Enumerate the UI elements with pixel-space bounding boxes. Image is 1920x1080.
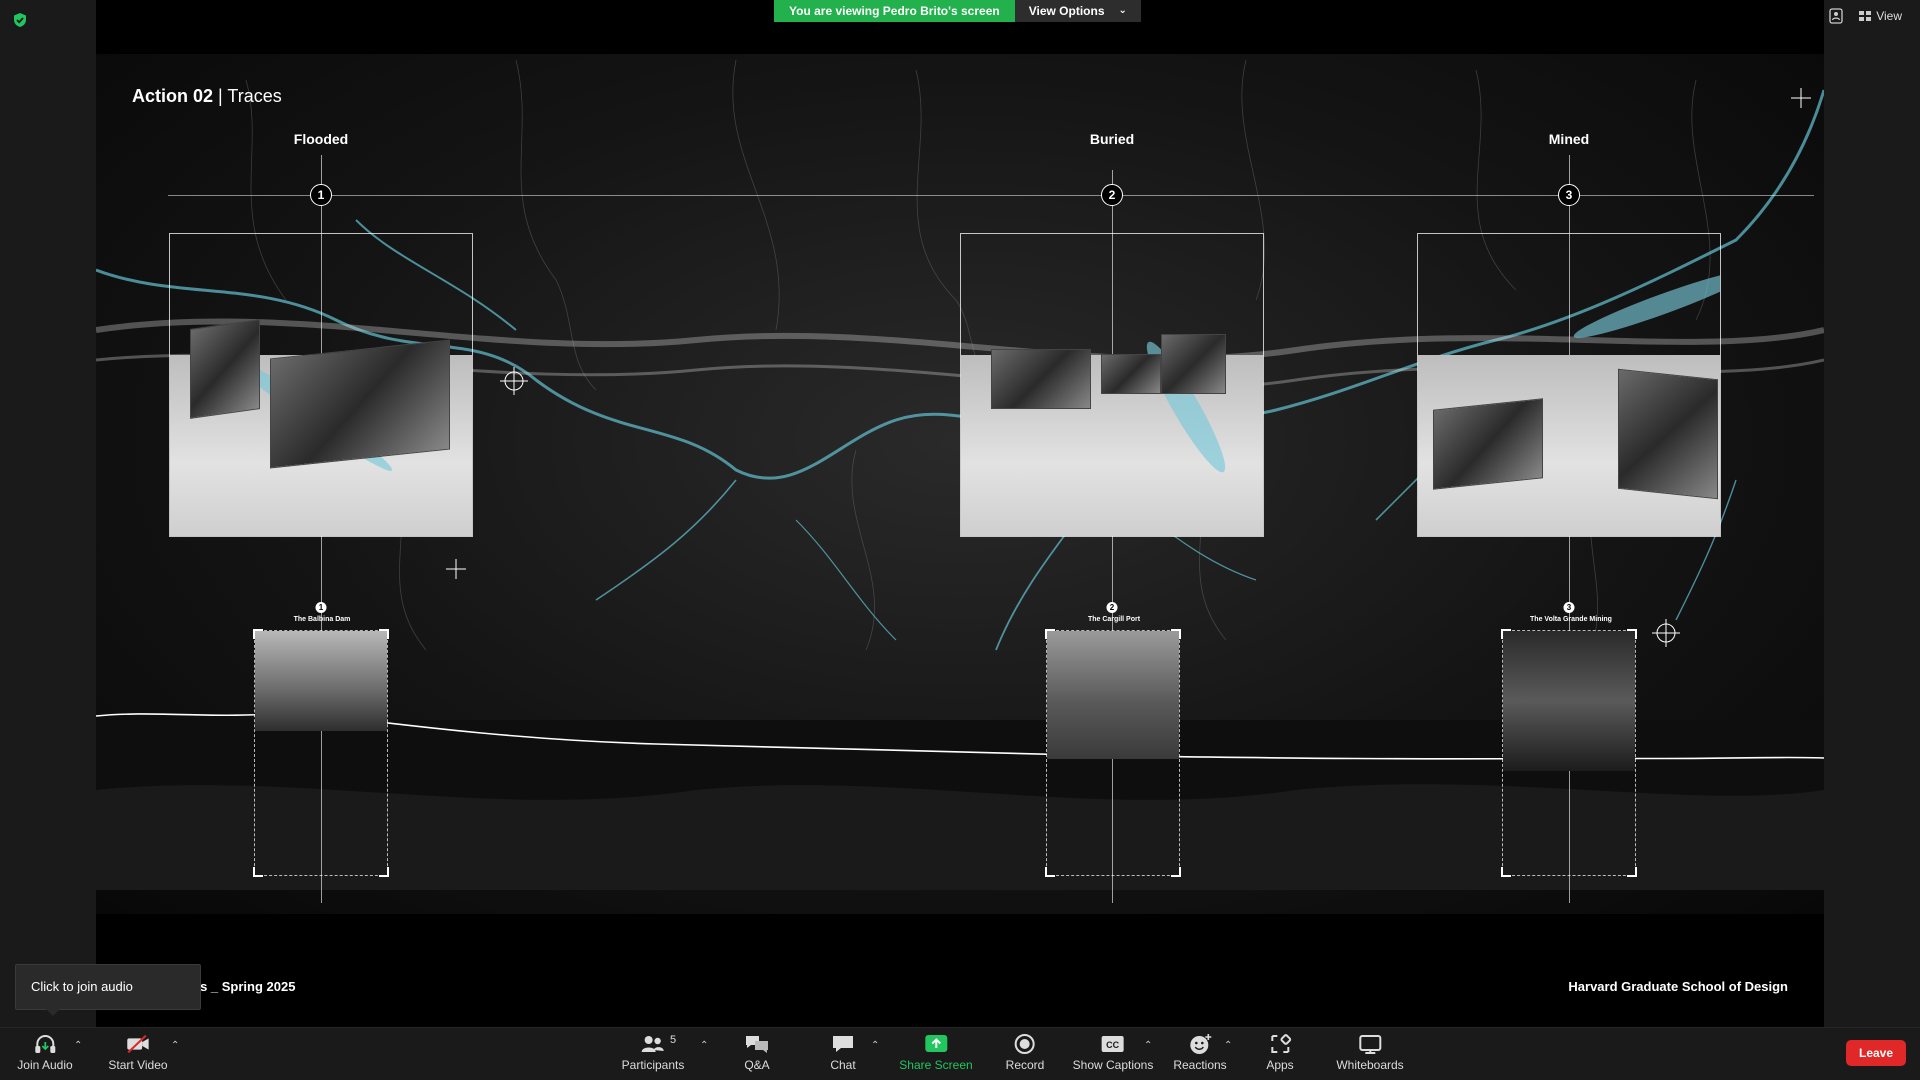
flooded-model-view	[169, 233, 473, 537]
apps-button[interactable]: Apps	[1266, 1032, 1294, 1072]
apps-icon	[1267, 1032, 1293, 1056]
captions-options-caret[interactable]: ⌃	[1144, 1040, 1152, 1051]
leave-button[interactable]: Leave	[1846, 1040, 1906, 1066]
right-gutter	[1824, 0, 1920, 1027]
slide-footer-school: Harvard Graduate School of Design	[1568, 979, 1788, 994]
view-options-label: View Options	[1028, 4, 1105, 18]
photo-panel	[991, 349, 1091, 409]
chat-bubble-icon	[830, 1032, 856, 1056]
join-audio-tooltip: Click to join audio	[15, 964, 201, 1016]
view-options-button[interactable]: View Options ⌄	[1014, 0, 1141, 22]
photo-1-number: 1	[315, 602, 327, 613]
photo-3-caption: The Volta Grande Mining	[1530, 616, 1612, 623]
column-2-heading: Buried	[1089, 131, 1135, 147]
reactions-button[interactable]: Reactions	[1173, 1032, 1227, 1072]
immersive-toggle-button[interactable]	[1829, 8, 1843, 24]
audio-options-caret[interactable]: ⌃	[74, 1040, 82, 1051]
chat-label: Chat	[830, 1058, 856, 1072]
photo-panel	[1433, 398, 1543, 490]
show-captions-label: Show Captions	[1072, 1058, 1154, 1072]
qa-bubbles-icon	[744, 1032, 770, 1056]
participants-button[interactable]: 5 Participants	[622, 1032, 685, 1072]
photo-frame-balbina	[253, 629, 389, 877]
record-label: Record	[1005, 1058, 1045, 1072]
start-video-label: Start Video	[108, 1058, 168, 1072]
video-off-icon	[125, 1032, 151, 1056]
grid-view-icon	[1859, 11, 1872, 21]
headphones-icon	[32, 1032, 58, 1056]
photo-panel	[1161, 334, 1226, 394]
join-audio-label: Join Audio	[17, 1058, 73, 1072]
qa-label: Q&A	[744, 1058, 770, 1072]
zoom-meeting-window: Action 02 | Traces Flooded 1 Buried 2 Mi…	[0, 0, 1920, 1080]
reactions-label: Reactions	[1173, 1058, 1227, 1072]
column-3-heading: Mined	[1548, 131, 1590, 147]
whiteboard-icon	[1357, 1032, 1383, 1056]
share-screen-label: Share Screen	[899, 1058, 973, 1072]
photo-2-caption: The Cargill Port	[1087, 616, 1141, 623]
shield-icon[interactable]	[12, 12, 28, 28]
photo-panel	[1101, 354, 1161, 394]
slide-title: Action 02 | Traces	[132, 86, 282, 106]
photo-panel	[270, 339, 450, 469]
photo-panel	[1618, 368, 1718, 500]
photo-frame-volta-grande	[1501, 629, 1637, 877]
chat-options-caret[interactable]: ⌃	[871, 1040, 879, 1051]
photo-panel	[190, 319, 260, 419]
volta-grande-photo	[1503, 631, 1635, 771]
photo-frame-cargill	[1045, 629, 1181, 877]
chevron-down-icon: ⌄	[1118, 5, 1127, 16]
smiley-plus-icon	[1187, 1032, 1213, 1056]
show-captions-button[interactable]: CC Show Captions	[1072, 1032, 1154, 1072]
balbina-dam-photo	[255, 631, 387, 731]
whiteboards-label: Whiteboards	[1336, 1058, 1404, 1072]
column-2-number: 2	[1101, 184, 1123, 206]
participants-options-caret[interactable]: ⌃	[700, 1040, 708, 1051]
record-icon	[1012, 1032, 1038, 1056]
svg-text:CC: CC	[1107, 1040, 1120, 1050]
participants-label: Participants	[621, 1058, 685, 1072]
share-screen-icon	[923, 1032, 949, 1056]
reactions-options-caret[interactable]: ⌃	[1224, 1040, 1232, 1051]
buried-model-view	[960, 233, 1264, 537]
join-audio-button[interactable]: Join Audio	[17, 1032, 73, 1072]
shared-screen: Action 02 | Traces Flooded 1 Buried 2 Mi…	[96, 0, 1824, 1027]
qa-button[interactable]: Q&A	[744, 1032, 770, 1072]
column-1-heading: Flooded	[293, 131, 349, 147]
chat-button[interactable]: Chat	[830, 1032, 856, 1072]
top-right-controls: View	[1829, 8, 1902, 24]
participants-icon: 5	[640, 1032, 676, 1056]
share-banner-message: You are viewing Pedro Brito's screen	[774, 0, 1015, 22]
cargill-port-photo	[1047, 631, 1179, 759]
participants-count: 5	[669, 1034, 677, 1046]
start-video-button[interactable]: Start Video	[108, 1032, 168, 1072]
view-button[interactable]: View	[1859, 9, 1902, 23]
photo-3-number: 3	[1563, 602, 1575, 613]
mined-model-view	[1417, 233, 1721, 537]
share-screen-button[interactable]: Share Screen	[899, 1032, 973, 1072]
whiteboards-button[interactable]: Whiteboards	[1336, 1032, 1404, 1072]
column-3-number: 3	[1558, 184, 1580, 206]
person-frame-icon	[1829, 8, 1843, 24]
video-options-caret[interactable]: ⌃	[171, 1040, 179, 1051]
apps-label: Apps	[1266, 1058, 1294, 1072]
left-gutter	[0, 0, 96, 1027]
closed-captions-icon: CC	[1100, 1032, 1126, 1056]
screen-share-banner: You are viewing Pedro Brito's screen Vie…	[774, 0, 1141, 22]
photo-1-caption: The Balbina Dam	[293, 616, 351, 623]
meeting-toolbar: Join Audio ⌃ Start Video ⌃ 5 Participant…	[0, 1027, 1920, 1080]
photo-2-number: 2	[1106, 602, 1118, 613]
record-button[interactable]: Record	[1005, 1032, 1045, 1072]
column-1-number: 1	[310, 184, 332, 206]
view-label: View	[1876, 9, 1902, 23]
